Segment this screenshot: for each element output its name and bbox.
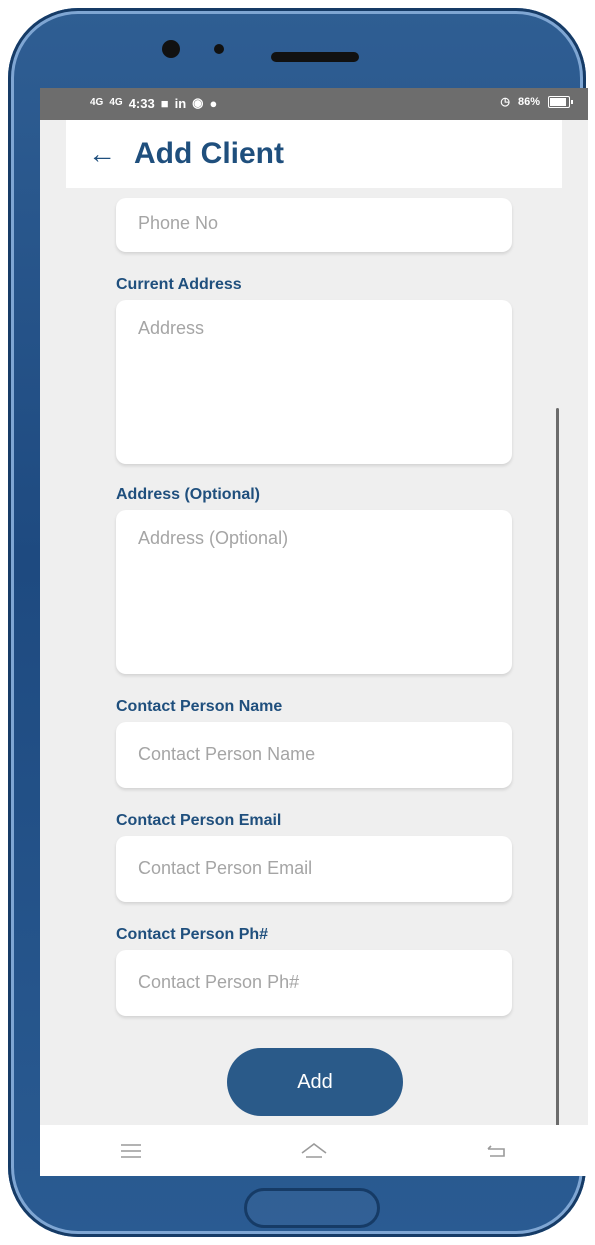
- menu-icon[interactable]: [104, 1139, 158, 1163]
- address-optional-placeholder: Address (Optional): [138, 528, 289, 548]
- message-icon: ■: [160, 95, 169, 111]
- arrow-left-icon[interactable]: ←: [88, 140, 116, 168]
- phone-frame: 4G 4G 4:33 ■ in ◉ ● ◷ 86% ← Add Client P…: [8, 8, 588, 1237]
- contact-email-placeholder: Contact Person Email: [138, 858, 313, 878]
- status-left: 4G 4G 4:33 ■ in ◉ ●: [90, 95, 217, 111]
- page-title: Add Client: [134, 137, 284, 170]
- clock: 4:33: [128, 95, 155, 111]
- back-nav-icon[interactable]: [470, 1139, 524, 1163]
- contact-name-label: Contact Person Name: [116, 698, 283, 715]
- earpiece-speaker: [271, 52, 359, 62]
- contact-phone-input[interactable]: Contact Person Ph#: [116, 950, 512, 1016]
- app-icon: ◉: [192, 95, 204, 110]
- app-header: ← Add Client: [66, 120, 562, 188]
- status-bar: 4G 4G 4:33 ■ in ◉ ● ◷ 86%: [40, 88, 588, 120]
- phone-screen: 4G 4G 4:33 ■ in ◉ ● ◷ 86% ← Add Client P…: [40, 88, 588, 1176]
- phone-placeholder: Phone No: [138, 213, 219, 233]
- hardware-home-button[interactable]: [244, 1188, 380, 1228]
- contact-name-placeholder: Contact Person Name: [138, 744, 316, 764]
- current-address-label: Current Address: [116, 276, 242, 293]
- current-address-placeholder: Address: [138, 318, 205, 338]
- address-optional-input[interactable]: Address (Optional): [116, 510, 512, 674]
- linkedin-icon: in: [174, 95, 187, 111]
- battery-percent: 86%: [517, 95, 540, 108]
- front-camera: [162, 40, 180, 58]
- home-icon[interactable]: [287, 1139, 341, 1163]
- battery-icon: [548, 95, 573, 108]
- address-optional-label: Address (Optional): [116, 486, 261, 503]
- status-right: ◷ 86%: [500, 95, 573, 108]
- signal-4g-2: 4G: [109, 97, 123, 108]
- contact-phone-label: Contact Person Ph#: [116, 926, 269, 943]
- add-button[interactable]: Add: [227, 1048, 403, 1116]
- contact-email-label: Contact Person Email: [116, 812, 282, 829]
- contact-email-input[interactable]: Contact Person Email: [116, 836, 512, 902]
- current-address-input[interactable]: Address: [116, 300, 512, 464]
- signal-4g-1: 4G: [90, 97, 104, 108]
- sensor-dot: [214, 44, 224, 54]
- alarm-icon: ◷: [500, 96, 510, 108]
- system-nav-bar: [40, 1125, 588, 1176]
- phone-input[interactable]: Phone No: [116, 198, 512, 252]
- contact-phone-placeholder: Contact Person Ph#: [138, 972, 300, 992]
- contact-name-input[interactable]: Contact Person Name: [116, 722, 512, 788]
- info-icon: ●: [209, 95, 218, 111]
- scrollbar[interactable]: [556, 408, 559, 1128]
